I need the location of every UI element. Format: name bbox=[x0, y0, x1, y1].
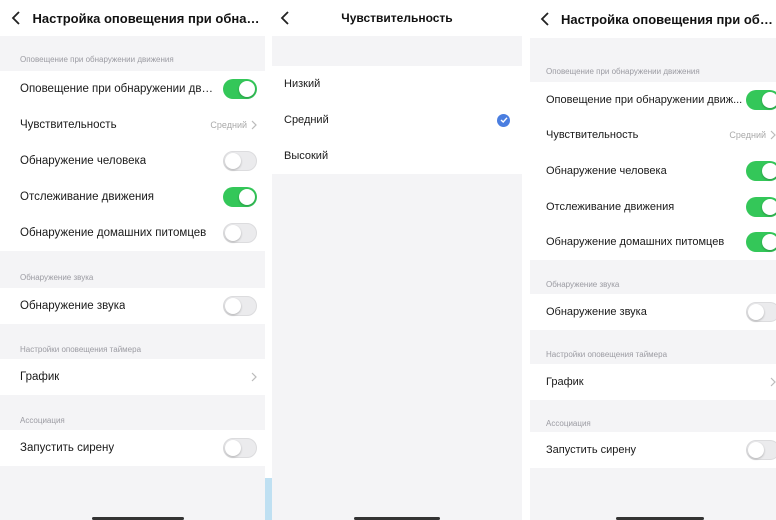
option-high[interactable]: Высокий bbox=[272, 138, 522, 174]
chevron-left-icon bbox=[11, 11, 20, 25]
chevron-right-icon bbox=[770, 377, 776, 387]
row-human-detection[interactable]: Обнаружение человека bbox=[530, 153, 776, 189]
sound-detection-toggle[interactable] bbox=[223, 296, 257, 316]
row-label: График bbox=[546, 376, 584, 388]
section-motion: Оповещение при обнаружении движения bbox=[546, 67, 700, 76]
page-title: Настройка оповещения при обнаруж... bbox=[32, 10, 265, 26]
row-siren[interactable]: Запустить сирену bbox=[530, 432, 776, 468]
option-low[interactable]: Низкий bbox=[272, 66, 522, 102]
row-label: График bbox=[20, 371, 60, 383]
section-timer: Настройки оповещения таймера bbox=[20, 345, 142, 354]
row-label: Запустить сирену bbox=[546, 444, 637, 456]
sensitivity-screen: Чувствительность Низкий Средний Высокий bbox=[272, 0, 522, 520]
section-association: Ассоциация bbox=[20, 416, 65, 425]
alert-settings-screen-2: Настройка оповещения при обнаруж... Опов… bbox=[530, 0, 776, 520]
option-label: Высокий bbox=[284, 150, 329, 162]
chevron-right-icon bbox=[251, 120, 257, 130]
chevron-right-icon bbox=[251, 372, 257, 382]
section-timer: Настройки оповещения таймера bbox=[546, 350, 668, 359]
motion-tracking-toggle[interactable] bbox=[223, 187, 257, 207]
row-motion-alert[interactable]: Оповещение при обнаружении движ... bbox=[530, 82, 776, 118]
siren-toggle[interactable] bbox=[746, 440, 776, 460]
section-motion: Оповещение при обнаружении движения bbox=[20, 55, 174, 64]
chevron-right-icon bbox=[770, 130, 776, 140]
back-button[interactable] bbox=[6, 0, 27, 36]
row-human-detection[interactable]: Обнаружение человека bbox=[0, 143, 265, 179]
row-label: Запустить сирену bbox=[20, 442, 115, 454]
row-label: Обнаружение домашних питомцев bbox=[20, 227, 207, 239]
back-button[interactable] bbox=[536, 1, 555, 37]
motion-tracking-toggle[interactable] bbox=[746, 197, 776, 217]
row-sound-detection[interactable]: Обнаружение звука bbox=[530, 294, 776, 330]
chevron-left-icon bbox=[280, 11, 289, 25]
section-sound: Обнаружение звука bbox=[546, 280, 620, 289]
row-label: Обнаружение человека bbox=[546, 165, 667, 177]
header: Настройка оповещения при обнаруж... bbox=[0, 0, 265, 36]
row-label: Чувствительность bbox=[20, 119, 117, 131]
header: Чувствительность bbox=[272, 0, 522, 36]
row-sensitivity[interactable]: Чувствительность Средний bbox=[0, 107, 265, 143]
row-sound-detection[interactable]: Обнаружение звука bbox=[0, 288, 265, 324]
row-sensitivity[interactable]: Чувствительность Средний bbox=[530, 117, 776, 153]
option-label: Средний bbox=[284, 114, 329, 126]
alert-settings-screen-1: Настройка оповещения при обнаруж... Опов… bbox=[0, 0, 265, 520]
pet-detection-toggle[interactable] bbox=[746, 232, 776, 252]
sensitivity-value: Средний bbox=[210, 120, 247, 130]
row-label: Чувствительность bbox=[546, 129, 639, 141]
motion-alert-toggle[interactable] bbox=[223, 79, 257, 99]
checkmark-icon bbox=[497, 113, 510, 127]
sensitivity-value: Средний bbox=[729, 130, 766, 140]
chevron-left-icon bbox=[541, 12, 550, 26]
row-motion-tracking[interactable]: Отслеживание движения bbox=[530, 189, 776, 225]
option-label: Низкий bbox=[284, 78, 321, 90]
row-label: Отслеживание движения bbox=[20, 191, 155, 203]
row-motion-tracking[interactable]: Отслеживание движения bbox=[0, 179, 265, 215]
human-detection-toggle[interactable] bbox=[746, 161, 776, 181]
row-label: Обнаружение домашних питомцев bbox=[546, 236, 725, 248]
row-motion-alert[interactable]: Оповещение при обнаружении движ... bbox=[0, 71, 265, 107]
human-detection-toggle[interactable] bbox=[223, 151, 257, 171]
back-button[interactable] bbox=[274, 0, 296, 36]
row-label: Обнаружение человека bbox=[20, 155, 147, 167]
sound-detection-toggle[interactable] bbox=[746, 302, 776, 322]
row-schedule[interactable]: График bbox=[0, 359, 265, 395]
row-pet-detection[interactable]: Обнаружение домашних питомцев bbox=[0, 215, 265, 251]
row-schedule[interactable]: График bbox=[530, 364, 776, 400]
siren-toggle[interactable] bbox=[223, 438, 257, 458]
page-title: Настройка оповещения при обнаруж... bbox=[560, 11, 776, 27]
motion-alert-toggle[interactable] bbox=[746, 90, 776, 110]
section-sound: Обнаружение звука bbox=[20, 273, 94, 282]
row-pet-detection[interactable]: Обнаружение домашних питомцев bbox=[530, 224, 776, 260]
section-association: Ассоциация bbox=[546, 419, 591, 428]
row-label: Оповещение при обнаружении движ... bbox=[546, 94, 743, 106]
header: Настройка оповещения при обнаруж... bbox=[530, 0, 776, 38]
row-siren[interactable]: Запустить сирену bbox=[0, 430, 265, 466]
pet-detection-toggle[interactable] bbox=[223, 223, 257, 243]
row-label: Оповещение при обнаружении движ... bbox=[20, 83, 215, 95]
row-label: Отслеживание движения bbox=[546, 201, 675, 213]
row-label: Обнаружение звука bbox=[20, 300, 126, 312]
page-title: Чувствительность bbox=[341, 11, 453, 25]
option-medium[interactable]: Средний bbox=[272, 102, 522, 138]
row-label: Обнаружение звука bbox=[546, 306, 647, 318]
